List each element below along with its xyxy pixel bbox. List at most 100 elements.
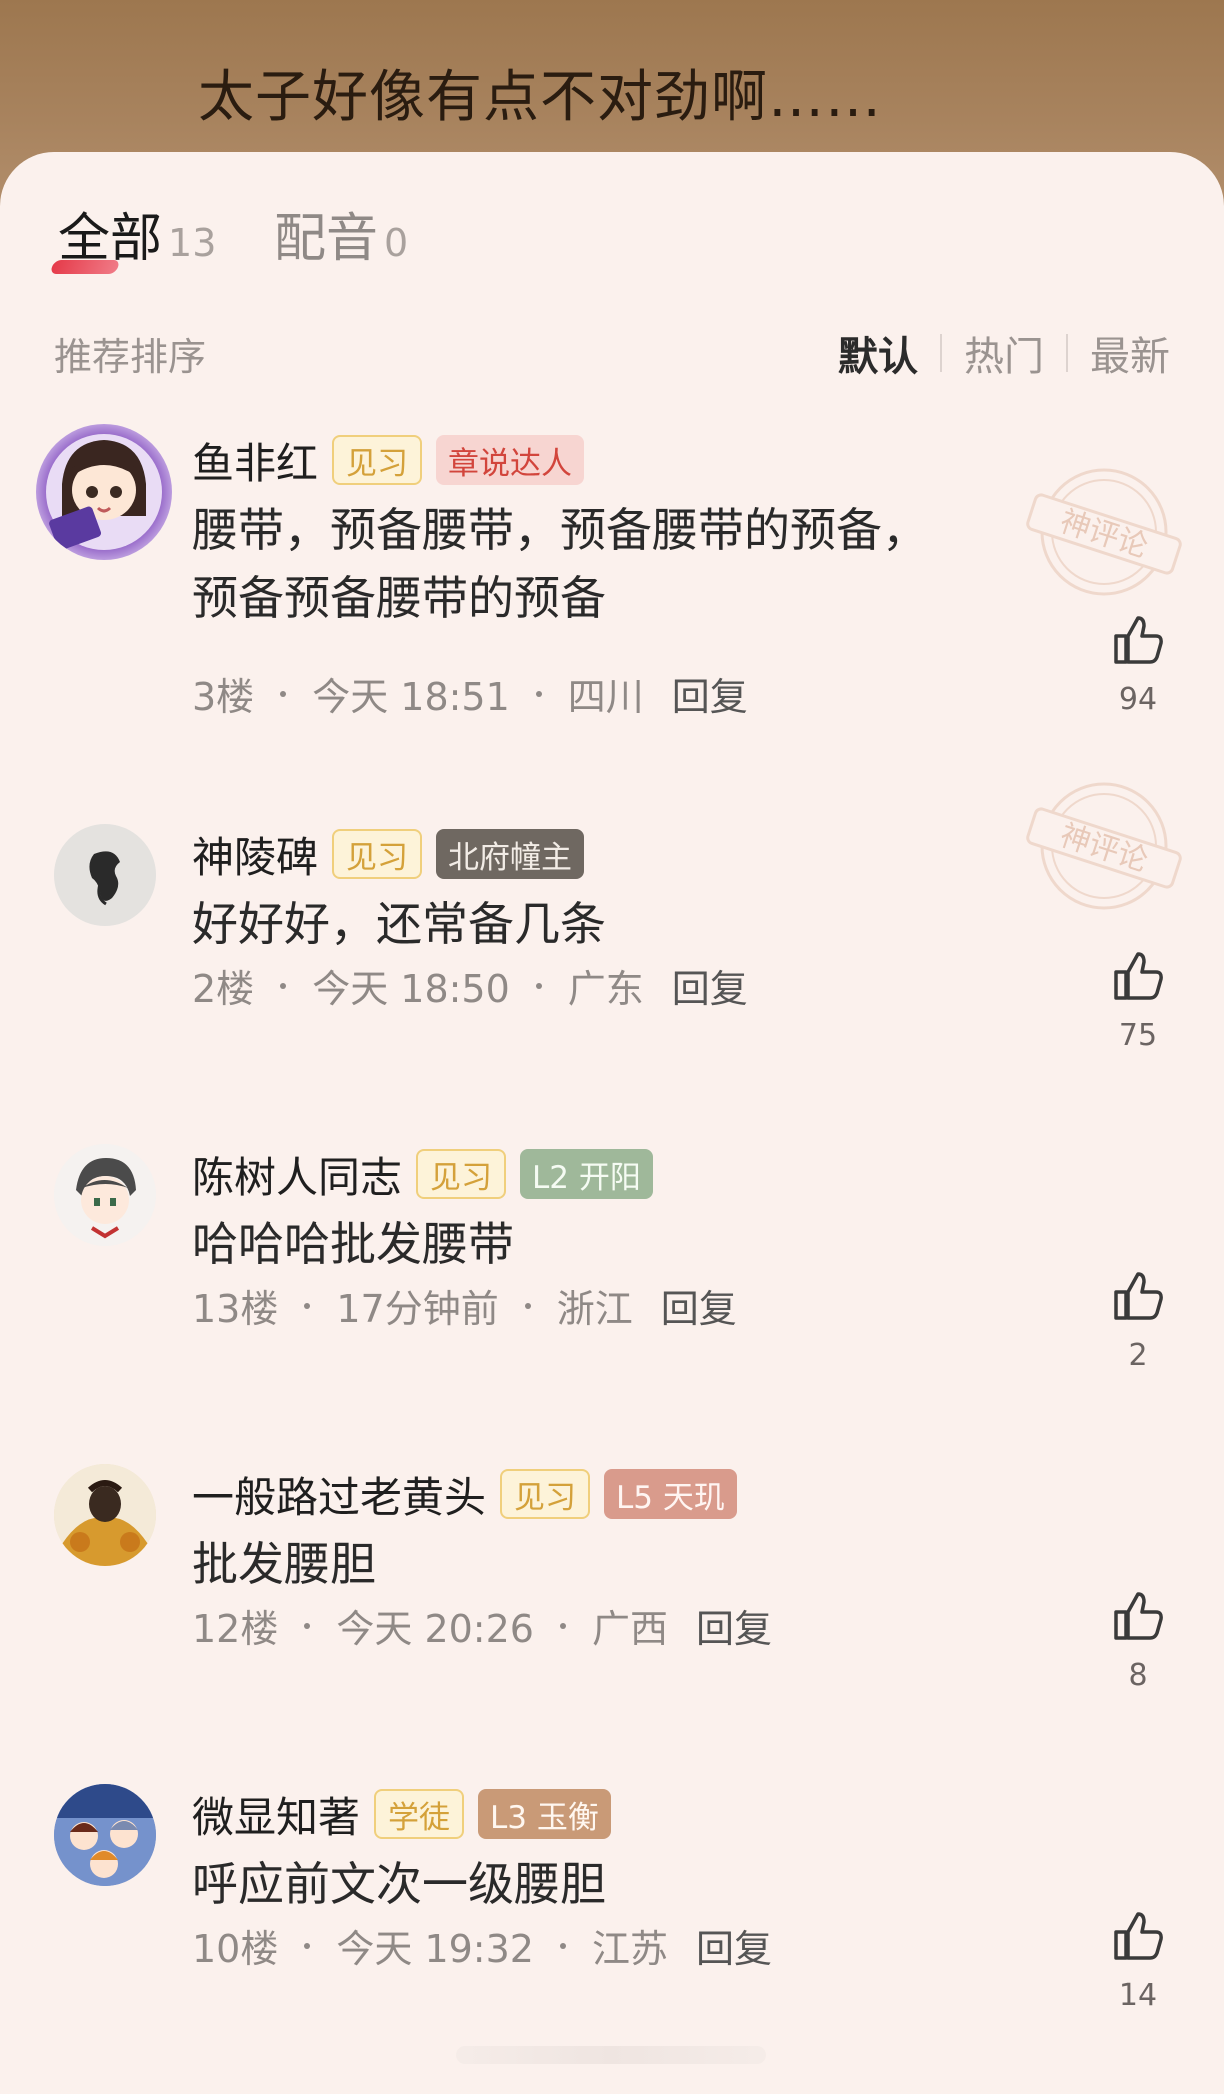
region: 江苏: [591, 1927, 668, 1971]
reply-button[interactable]: 回复: [672, 666, 748, 721]
separator-dot: [280, 690, 287, 697]
region: 四川: [567, 675, 644, 719]
separator-dot: [304, 1302, 311, 1309]
like-button[interactable]: 2: [1110, 1268, 1166, 1373]
avatar[interactable]: [54, 1464, 156, 1566]
comment-text: 哈哈哈批发腰带: [192, 1217, 514, 1271]
thumbs-up-icon: [1114, 1592, 1163, 1640]
avatar-image: [54, 1144, 156, 1246]
comment-text: 批发腰胆: [192, 1537, 376, 1591]
comment-text: 好好好，还常备几条: [192, 897, 606, 951]
like-count: 75: [1118, 1018, 1158, 1053]
comment-meta: 3楼 今天 18:51 四川 回复: [192, 666, 748, 721]
username[interactable]: 一般路过老黄头: [192, 1464, 486, 1525]
like-count: 94: [1118, 682, 1158, 717]
separator-dot: [304, 1622, 311, 1629]
tab-count: 13: [168, 221, 217, 265]
rank-badge: 见习: [500, 1469, 591, 1519]
rank-badge: 见习: [332, 435, 423, 485]
username[interactable]: 鱼非红: [192, 430, 318, 491]
sort-divider: [940, 334, 942, 372]
tab-label: 全部: [58, 209, 163, 269]
comment-meta: 12楼 今天 20:26 广西 回复: [192, 1598, 772, 1653]
svg-text:神评论: 神评论: [1056, 818, 1152, 879]
comment-header: 鱼非红 见习 章说达人: [192, 430, 585, 491]
floor-number: 3楼: [192, 675, 255, 719]
separator-dot: [559, 1942, 566, 1949]
timestamp: 今天 18:51: [312, 675, 510, 719]
floor-number: 10楼: [192, 1927, 279, 1971]
separator-dot: [524, 1302, 531, 1309]
tab-label: 配音: [274, 209, 379, 269]
avatar[interactable]: [54, 824, 156, 926]
rank-badge: 见习: [416, 1149, 507, 1199]
comment-text: 呼应前文次一级腰胆: [192, 1857, 606, 1911]
comments-panel: 全部 13 配音 0 推荐排序 默认 热门 最新 鱼非红 见习 章说达人 腰带，…: [0, 152, 1224, 2094]
reply-button[interactable]: 回复: [672, 958, 748, 1013]
sort-hot[interactable]: 热门: [964, 324, 1044, 382]
sort-title: 推荐排序: [54, 335, 207, 379]
comment-meta: 2楼 今天 18:50 广东 回复: [192, 958, 748, 1013]
like-button[interactable]: 14: [1110, 1908, 1166, 2013]
avatar-image: [54, 1464, 156, 1566]
chapter-quote: 太子好像有点不对劲啊……: [198, 65, 882, 130]
region: 广西: [591, 1607, 668, 1651]
reply-button[interactable]: 回复: [661, 1278, 737, 1333]
level-badge: L2 开阳: [520, 1149, 653, 1199]
avatar[interactable]: [36, 424, 172, 560]
timestamp: 今天 18:50: [312, 967, 510, 1011]
svg-text:神评论: 神评论: [1056, 504, 1152, 565]
level-badge: L3 玉衡: [478, 1789, 611, 1839]
rank-badge: 学徒: [374, 1789, 465, 1839]
reply-button[interactable]: 回复: [696, 1598, 772, 1653]
tab-dubbing[interactable]: 配音 0: [274, 196, 408, 271]
floor-number: 2楼: [192, 967, 255, 1011]
username[interactable]: 陈树人同志: [192, 1144, 402, 1205]
scroll-indicator: [456, 2046, 766, 2064]
timestamp: 今天 19:32: [336, 1927, 534, 1971]
like-button[interactable]: 94: [1110, 612, 1166, 717]
comment-meta: 10楼 今天 19:32 江苏 回复: [192, 1918, 772, 1973]
title-badge: 章说达人: [436, 435, 585, 485]
comment-header: 神陵碑 见习 北府幢主: [192, 824, 585, 885]
like-count: 14: [1118, 1978, 1158, 2013]
floor-number: 13楼: [192, 1287, 279, 1331]
featured-seal-icon: 神评论: [1024, 776, 1184, 916]
thumbs-up-icon: [1114, 1912, 1163, 1960]
rank-badge: 见习: [332, 829, 423, 879]
like-button[interactable]: 8: [1110, 1588, 1166, 1693]
sort-row: 推荐排序 默认 热门 最新: [54, 320, 1170, 380]
avatar[interactable]: [54, 1144, 156, 1246]
username[interactable]: 微显知著: [192, 1784, 360, 1845]
floor-number: 12楼: [192, 1607, 279, 1651]
reply-button[interactable]: 回复: [696, 1918, 772, 1973]
thumbs-up-icon: [1114, 616, 1163, 664]
tab-count: 0: [384, 221, 409, 265]
tab-all[interactable]: 全部 13: [49, 196, 217, 274]
comment-text: 腰带，预备腰带，预备腰带的预备，预备预备腰带的预备: [192, 503, 928, 625]
featured-seal-icon: 神评论: [1024, 462, 1184, 602]
like-button[interactable]: 75: [1110, 948, 1166, 1053]
sort-divider: [1066, 334, 1068, 372]
username[interactable]: 神陵碑: [192, 824, 318, 885]
comment-header: 微显知著 学徒 L3 玉衡: [192, 1786, 611, 1842]
thumbs-up-icon: [1114, 952, 1163, 1000]
timestamp: 今天 20:26: [336, 1607, 534, 1651]
region: 广东: [567, 967, 644, 1011]
separator-dot: [535, 690, 542, 697]
level-badge: L5 天玑: [604, 1469, 737, 1519]
title-badge: 北府幢主: [436, 829, 585, 879]
avatar-image: [54, 824, 156, 926]
thumbs-up-icon: [1114, 1272, 1163, 1320]
sort-options: 默认 热门 最新: [838, 324, 1170, 382]
comment-header: 一般路过老黄头 见习 L5 天玑: [192, 1466, 737, 1522]
sort-newest[interactable]: 最新: [1090, 324, 1170, 382]
avatar-image: [46, 434, 162, 551]
timestamp: 17分钟前: [336, 1287, 499, 1331]
sort-default[interactable]: 默认: [838, 324, 918, 382]
separator-dot: [280, 982, 287, 989]
avatar-image: [54, 1784, 156, 1886]
separator-dot: [559, 1622, 566, 1629]
separator-dot: [304, 1942, 311, 1949]
avatar[interactable]: [54, 1784, 156, 1886]
